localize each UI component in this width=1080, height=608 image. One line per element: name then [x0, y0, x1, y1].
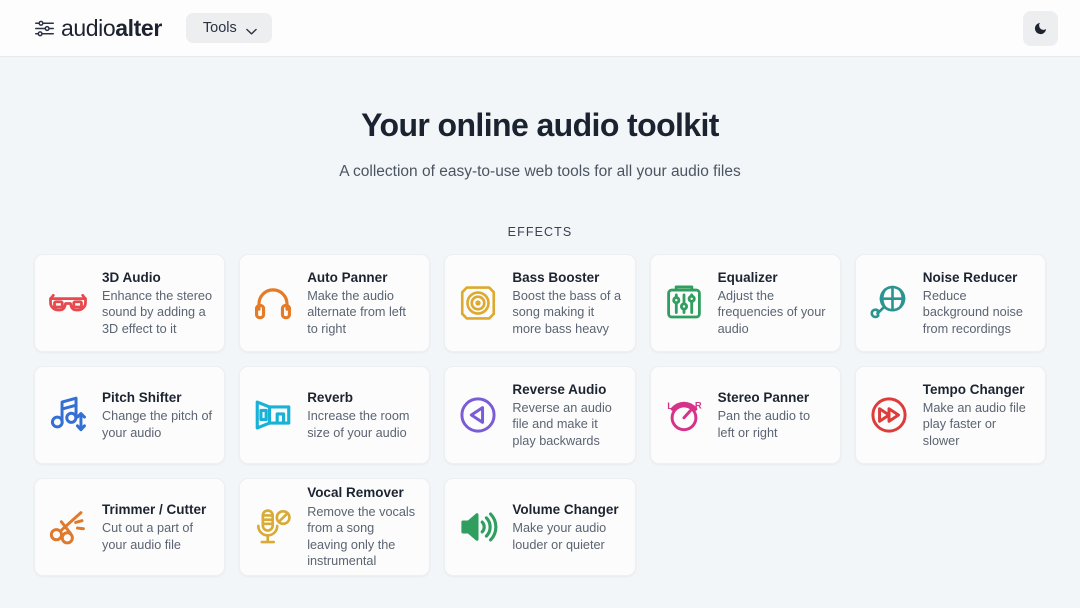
- tool-card[interactable]: Auto Panner Make the audio alternate from…: [239, 254, 431, 352]
- tool-card-title: Tempo Changer: [922, 381, 1025, 397]
- tools-menu-button[interactable]: Tools: [185, 12, 272, 44]
- tool-card-text: Reverb Increase the room size of your aud…: [307, 389, 417, 441]
- tool-card[interactable]: Noise Reducer Reduce background noise fro…: [854, 254, 1046, 352]
- svg-text:L: L: [667, 401, 673, 412]
- mic-mesh-icon: [866, 280, 912, 326]
- brand-name: audioalter: [61, 15, 162, 42]
- tool-card-description: Change the pitch of your audio: [102, 409, 213, 440]
- tool-card-text: Tempo Changer Make an audio file play fas…: [923, 381, 1033, 450]
- tool-card-description: Make your audio louder or quieter: [512, 521, 607, 552]
- tool-card-description: Reduce background noise from recordings: [922, 288, 1023, 336]
- dark-mode-toggle[interactable]: [1023, 11, 1058, 46]
- chevron-down-icon: [245, 25, 257, 35]
- tool-card-text: Volume Changer Make your audio louder or …: [512, 501, 622, 553]
- tool-card-description: Make the audio alternate from left to ri…: [307, 288, 406, 336]
- tool-card-title: Reverb: [307, 389, 353, 405]
- tool-card-description: Cut out a part of your audio file: [102, 521, 193, 552]
- tool-card[interactable]: L R Stereo Panner Pan the audio to left o…: [649, 366, 841, 464]
- brand-name-light: audio: [61, 14, 116, 41]
- tool-card-description: Remove the vocals from a song leaving on…: [307, 504, 416, 569]
- mic-blocked-icon: [250, 504, 296, 550]
- glasses-3d-icon: [45, 280, 91, 326]
- volume-icon: [455, 504, 501, 550]
- tool-card-title: Trimmer / Cutter: [102, 501, 207, 517]
- brand-logo[interactable]: audioalter: [34, 15, 162, 42]
- tool-card-title: 3D Audio: [102, 269, 161, 285]
- sliders-icon: [34, 18, 55, 39]
- tool-card-text: Trimmer / Cutter Cut out a part of your a…: [102, 501, 212, 553]
- tool-card[interactable]: 3D Audio Enhance the stereo sound by addi…: [34, 254, 226, 352]
- tool-card-text: Equalizer Adjust the frequencies of your …: [718, 269, 828, 338]
- tool-card[interactable]: Trimmer / Cutter Cut out a part of your a…: [34, 478, 226, 576]
- tool-card-description: Enhance the stereo sound by adding a 3D …: [102, 288, 213, 336]
- tool-card[interactable]: Pitch Shifter Change the pitch of your au…: [34, 366, 226, 464]
- tool-card-description: Boost the bass of a song making it more …: [512, 288, 622, 336]
- tool-card[interactable]: Volume Changer Make your audio louder or …: [444, 478, 636, 576]
- tool-card[interactable]: Reverb Increase the room size of your aud…: [239, 366, 431, 464]
- tool-card-description: Pan the audio to left or right: [717, 409, 811, 440]
- tool-card-title: Volume Changer: [512, 501, 619, 517]
- moon-icon: [1033, 21, 1048, 36]
- tool-card[interactable]: Bass Booster Boost the bass of a song mak…: [444, 254, 636, 352]
- page-title: Your online audio toolkit: [361, 107, 719, 143]
- brand-name-bold: alter: [115, 14, 162, 41]
- speaker-bass-icon: [455, 280, 501, 326]
- tool-card-title: Noise Reducer: [922, 269, 1018, 285]
- tool-card-title: Vocal Remover: [307, 485, 404, 501]
- tool-card[interactable]: Equalizer Adjust the frequencies of your …: [649, 254, 841, 352]
- equalizer-icon: [661, 280, 707, 326]
- tool-card-description: Increase the room size of your audio: [307, 409, 410, 440]
- fast-forward-icon: [866, 392, 912, 438]
- tool-card-text: Reverse Audio Reverse an audio file and m…: [512, 381, 622, 450]
- room-icon: [250, 392, 296, 438]
- tool-card-text: Stereo Panner Pan the audio to left or ri…: [718, 389, 828, 441]
- svg-text:R: R: [694, 400, 701, 411]
- tool-card-text: Auto Panner Make the audio alternate from…: [307, 269, 417, 338]
- app-header: audioalter Tools: [0, 0, 1080, 57]
- tools-grid: 3D Audio Enhance the stereo sound by addi…: [34, 254, 1046, 576]
- tool-card-title: Reverse Audio: [512, 381, 607, 397]
- tool-card[interactable]: Tempo Changer Make an audio file play fas…: [854, 366, 1046, 464]
- reverse-play-icon: [455, 392, 501, 438]
- pitch-note-icon: [45, 392, 91, 438]
- hero-section: Your online audio toolkit A collection o…: [0, 57, 1080, 181]
- page-subtitle: A collection of easy-to-use web tools fo…: [339, 163, 741, 180]
- tool-card-text: Pitch Shifter Change the pitch of your au…: [102, 389, 212, 441]
- tool-card-text: Bass Booster Boost the bass of a song mak…: [512, 269, 622, 338]
- section-label-effects: EFFECTS: [507, 225, 573, 239]
- tools-menu-label: Tools: [202, 19, 237, 36]
- tool-card-title: Equalizer: [717, 269, 778, 285]
- tool-card-description: Make an audio file play faster or slower: [922, 400, 1026, 448]
- tool-card-title: Auto Panner: [307, 269, 388, 285]
- tool-card-description: Reverse an audio file and make it play b…: [512, 400, 612, 448]
- tool-card-text: 3D Audio Enhance the stereo sound by addi…: [102, 269, 212, 338]
- pan-knob-icon: L R: [661, 392, 707, 438]
- tool-card-text: Vocal Remover Remove the vocals from a so…: [307, 484, 417, 569]
- tool-card-title: Bass Booster: [512, 269, 600, 285]
- tool-card[interactable]: Reverse Audio Reverse an audio file and m…: [444, 366, 636, 464]
- tool-card-text: Noise Reducer Reduce background noise fro…: [923, 269, 1033, 338]
- tool-card-title: Pitch Shifter: [102, 389, 182, 405]
- headphones-icon: [250, 280, 296, 326]
- tool-card[interactable]: Vocal Remover Remove the vocals from a so…: [239, 478, 431, 576]
- tool-card-title: Stereo Panner: [717, 389, 810, 405]
- scissors-icon: [45, 504, 91, 550]
- tool-card-description: Adjust the frequencies of your audio: [717, 288, 826, 336]
